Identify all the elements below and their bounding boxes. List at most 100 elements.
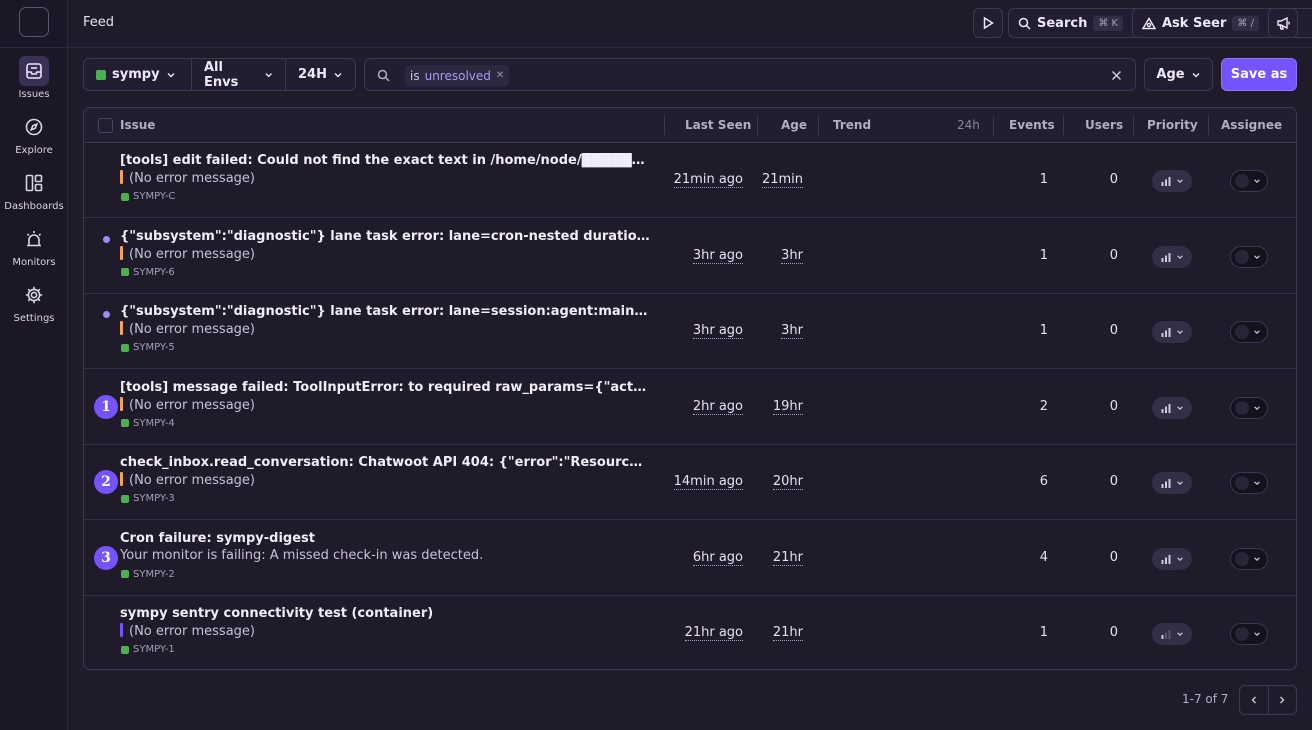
events-count: 1 (1039, 625, 1048, 640)
issue-short-id[interactable]: SYMPY-C (121, 191, 175, 202)
issue-title[interactable]: check_inbox.read_conversation: Chatwoot … (120, 455, 650, 470)
play-icon (983, 16, 994, 30)
column-users[interactable]: Users (1085, 118, 1123, 132)
short-id-text: SYMPY-3 (133, 493, 175, 504)
column-age[interactable]: Age (781, 118, 807, 132)
assignee-selector[interactable] (1230, 472, 1268, 494)
issue-title[interactable]: Cron failure: sympy-digest (120, 531, 650, 546)
table-row[interactable]: {"subsystem":"diagnostic"} lane task err… (84, 294, 1296, 369)
issue-short-id[interactable]: SYMPY-6 (121, 267, 175, 278)
level-indicator (120, 170, 123, 184)
chevron-down-icon (1176, 254, 1183, 259)
sidebar-item-settings[interactable]: Settings (0, 280, 68, 324)
issue-title[interactable]: [tools] edit failed: Could not find the … (120, 153, 650, 168)
age-text: 3hr (781, 247, 803, 264)
column-priority[interactable]: Priority (1147, 118, 1198, 132)
column-events[interactable]: Events (1009, 118, 1055, 132)
search-shortcut: ⌘ K (1093, 15, 1124, 31)
assignee-selector[interactable] (1230, 170, 1268, 192)
issue-short-id[interactable]: SYMPY-1 (121, 644, 175, 655)
chevron-right-icon (1280, 696, 1285, 704)
chevron-down-icon (1176, 330, 1183, 335)
remove-token-icon[interactable]: ✕ (496, 70, 504, 81)
sidebar-item-dashboards[interactable]: Dashboards (0, 168, 68, 212)
last-seen-text: 14min ago (673, 474, 743, 490)
environment-selector[interactable]: All Envs (192, 59, 286, 90)
priority-bars-icon (1161, 403, 1170, 413)
table-header: Issue Last Seen Age Trend 24h Events Use… (84, 108, 1296, 143)
priority-selector[interactable] (1152, 321, 1192, 343)
search-token[interactable]: is unresolved ✕ (405, 65, 510, 86)
org-logo[interactable] (19, 7, 49, 37)
issue-short-id[interactable]: SYMPY-2 (121, 569, 175, 580)
last-seen-text: 2hr ago (692, 398, 743, 415)
table-row[interactable]: 3 Cron failure: sympy-digest Your monitor … (84, 521, 1296, 596)
assignee-selector[interactable] (1230, 245, 1268, 268)
column-divider (993, 116, 994, 135)
short-id-text: SYMPY-5 (133, 342, 175, 353)
clear-search-icon[interactable] (1111, 70, 1122, 81)
sidebar-label: Issues (18, 89, 50, 100)
table-row[interactable]: [tools] edit failed: Could not find the … (84, 143, 1296, 218)
priority-selector[interactable] (1152, 396, 1192, 419)
column-issue[interactable]: Issue (120, 118, 155, 132)
chevron-down-icon (1254, 481, 1260, 486)
table-row[interactable]: sympy sentry connectivity test (containe… (84, 596, 1296, 669)
issue-title[interactable]: {"subsystem":"diagnostic"} lane task err… (120, 304, 650, 319)
pagination-controls (1239, 685, 1297, 715)
users-count: 0 (1109, 323, 1118, 338)
play-button[interactable] (973, 8, 1003, 38)
select-all-checkbox[interactable] (98, 118, 113, 133)
step-badge: 3 (94, 545, 118, 570)
issue-title[interactable]: [tools] message failed: ToolInputError: … (120, 380, 650, 395)
assignee-selector[interactable] (1230, 396, 1268, 419)
issue-title[interactable]: sympy sentry connectivity test (containe… (120, 606, 650, 621)
project-icon (96, 69, 106, 80)
events-count: 1 (1039, 323, 1048, 338)
assignee-selector[interactable] (1230, 321, 1268, 343)
next-page-button[interactable] (1269, 686, 1297, 714)
previous-page-button[interactable] (1240, 686, 1269, 714)
column-trend[interactable]: Trend (833, 118, 871, 132)
sidebar-item-issues[interactable]: Issues (0, 56, 68, 100)
column-last-seen[interactable]: Last Seen (685, 118, 751, 132)
chevron-down-icon (1176, 481, 1183, 486)
table-row[interactable]: 2 check_inbox.read_conversation: Chatwoot… (84, 445, 1296, 520)
project-selector[interactable]: sympy (84, 59, 192, 90)
project-icon (121, 343, 129, 352)
issue-title[interactable]: {"subsystem":"diagnostic"} lane task err… (120, 229, 650, 244)
project-icon (121, 268, 129, 276)
table-row[interactable]: 1 [tools] message failed: ToolInputError:… (84, 370, 1296, 445)
issue-message-text: Your monitor is failing: A missed check-… (120, 547, 484, 563)
date-range-selector[interactable]: 24H (286, 59, 355, 90)
assignee-selector[interactable] (1230, 547, 1268, 570)
issue-message: (No error message) (120, 170, 255, 186)
issue-message-text: (No error message) (129, 246, 255, 262)
avatar (1235, 476, 1249, 490)
sort-selector[interactable]: Age (1144, 58, 1213, 91)
sidebar-item-explore[interactable]: Explore (0, 112, 68, 156)
priority-selector[interactable] (1152, 547, 1192, 570)
level-indicator (120, 472, 123, 486)
priority-selector[interactable] (1152, 472, 1192, 494)
sidebar-item-monitors[interactable]: Monitors (0, 224, 68, 268)
assignee-selector[interactable] (1230, 623, 1268, 645)
column-assignee[interactable]: Assignee (1221, 118, 1282, 132)
priority-selector[interactable] (1152, 623, 1192, 645)
column-divider (1133, 116, 1134, 135)
issue-short-id[interactable]: SYMPY-3 (121, 493, 175, 504)
save-as-button[interactable]: Save as (1221, 58, 1297, 91)
level-indicator (120, 321, 123, 335)
issue-search-input[interactable]: is unresolved ✕ (364, 58, 1136, 91)
priority-selector[interactable] (1152, 245, 1192, 268)
token-operator: is (410, 68, 420, 83)
priority-selector[interactable] (1152, 170, 1192, 192)
announcements-button[interactable] (1268, 8, 1298, 38)
chevron-down-icon (1254, 179, 1260, 184)
table-row[interactable]: {"subsystem":"diagnostic"} lane task err… (84, 219, 1296, 294)
issue-short-id[interactable]: SYMPY-4 (121, 418, 175, 429)
last-seen-text: 21min ago (673, 172, 743, 188)
short-id-text: SYMPY-C (133, 191, 176, 202)
issue-short-id[interactable]: SYMPY-5 (121, 342, 175, 353)
issues-icon (19, 56, 49, 86)
